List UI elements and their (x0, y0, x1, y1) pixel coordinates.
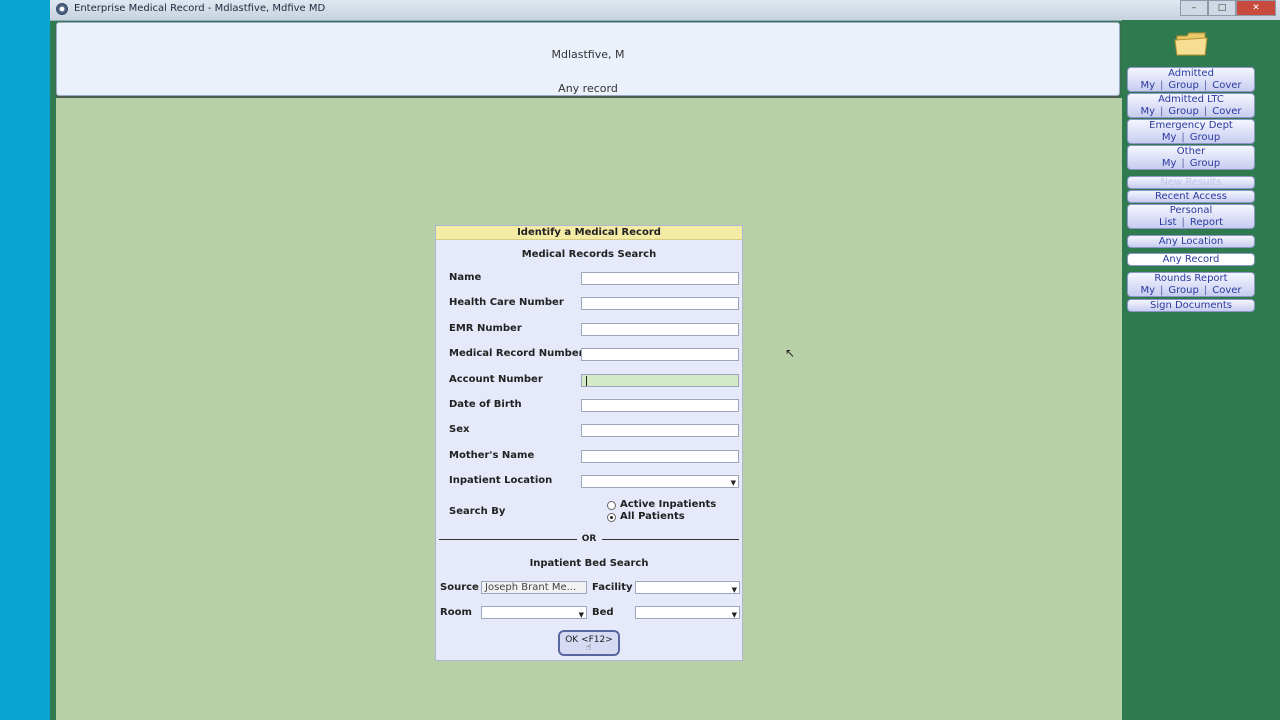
nav-personal: Personal List | Report (1127, 204, 1255, 229)
name-label: Name (449, 272, 482, 283)
title-bar[interactable]: Enterprise Medical Record - Mdlastfive, … (50, 0, 1280, 21)
inpatient-location-label: Inpatient Location (449, 475, 553, 486)
active-inpatients-radio[interactable] (607, 501, 616, 510)
sex-input[interactable] (581, 424, 739, 437)
nav-recent-access[interactable]: Recent Access (1127, 190, 1255, 203)
nav-rounds-report-title[interactable]: Rounds Report (1128, 273, 1254, 285)
account-number-input[interactable] (581, 374, 739, 387)
date-of-birth-label: Date of Birth (449, 399, 522, 410)
date-of-birth-input[interactable] (581, 399, 739, 412)
folder-icon[interactable] (1171, 28, 1211, 58)
context-label: Any record (558, 82, 618, 95)
divider-right (602, 539, 739, 540)
nav-admitted-ltc-title[interactable]: Admitted LTC (1128, 94, 1254, 106)
room-select[interactable]: ▼ (481, 606, 587, 619)
sex-label: Sex (449, 424, 470, 435)
account-number-label: Account Number (449, 374, 543, 385)
other-my-link[interactable]: My (1162, 158, 1177, 169)
other-group-link[interactable]: Group (1190, 158, 1220, 169)
bed-label: Bed (592, 607, 614, 618)
nav-emergency-dept-title[interactable]: Emergency Dept (1128, 120, 1254, 132)
facility-select[interactable]: ▼ (635, 581, 740, 594)
active-inpatients-label[interactable]: Active Inpatients (620, 499, 716, 510)
nav-any-location[interactable]: Any Location (1127, 235, 1255, 248)
patient-name: Mdlastfive, M (551, 48, 625, 61)
bed-select[interactable]: ▼ (635, 606, 740, 619)
chevron-down-icon: ▼ (731, 611, 737, 619)
source-field[interactable]: Joseph Brant Me... (481, 581, 587, 594)
search-by-label: Search By (449, 506, 506, 517)
medical-record-number-input[interactable] (581, 348, 739, 361)
chevron-down-icon: ▼ (730, 479, 736, 487)
nav-new-results[interactable]: New Results (1127, 176, 1255, 189)
rounds-my-link[interactable]: My (1140, 285, 1155, 296)
hand-cursor-icon: ☝ (586, 643, 592, 653)
mothers-name-input[interactable] (581, 450, 739, 463)
identify-record-dialog: Identify a Medical Record Medical Record… (435, 225, 743, 661)
medical-record-number-label: Medical Record Number (449, 348, 584, 359)
room-label: Room (440, 607, 472, 618)
minimize-button[interactable]: – (1180, 0, 1208, 16)
text-caret (586, 376, 587, 386)
rounds-group-link[interactable]: Group (1168, 285, 1198, 296)
chevron-down-icon: ▼ (578, 611, 584, 619)
maximize-button[interactable]: □ (1208, 0, 1236, 16)
dialog-title: Identify a Medical Record (436, 226, 742, 240)
nav-admitted: Admitted My | Group | Cover (1127, 67, 1255, 92)
section-title: Medical Records Search (521, 249, 657, 260)
source-label: Source (440, 582, 479, 593)
patient-header: Mdlastfive, M Any record (56, 22, 1120, 96)
chevron-down-icon: ▼ (731, 586, 737, 594)
nav-rounds-report: Rounds Report My | Group | Cover (1127, 272, 1255, 297)
inpatient-location-select[interactable]: ▼ (581, 475, 739, 488)
nav-other: Other My | Group (1127, 145, 1255, 170)
emergency-group-link[interactable]: Group (1190, 132, 1220, 143)
bed-search-title: Inpatient Bed Search (529, 558, 649, 569)
all-patients-label[interactable]: All Patients (620, 511, 685, 522)
emr-number-input[interactable] (581, 323, 739, 336)
name-input[interactable] (581, 272, 739, 285)
close-button[interactable]: ✕ (1236, 0, 1276, 16)
admitted-ltc-my-link[interactable]: My (1140, 106, 1155, 117)
nav-any-record[interactable]: Any Record (1127, 253, 1255, 266)
workspace: Identify a Medical Record Medical Record… (56, 98, 1122, 720)
nav-personal-title[interactable]: Personal (1128, 205, 1254, 217)
nav-admitted-title[interactable]: Admitted (1128, 68, 1254, 80)
facility-label: Facility (592, 582, 633, 593)
admitted-ltc-cover-link[interactable]: Cover (1212, 106, 1241, 117)
nav-emergency-dept: Emergency Dept My | Group (1127, 119, 1255, 144)
admitted-my-link[interactable]: My (1140, 80, 1155, 91)
admitted-cover-link[interactable]: Cover (1212, 80, 1241, 91)
admitted-ltc-group-link[interactable]: Group (1168, 106, 1198, 117)
mothers-name-label: Mother's Name (449, 450, 535, 461)
emergency-my-link[interactable]: My (1162, 132, 1177, 143)
app-icon (56, 3, 68, 15)
rounds-cover-link[interactable]: Cover (1212, 285, 1241, 296)
health-care-number-label: Health Care Number (449, 297, 564, 308)
admitted-group-link[interactable]: Group (1168, 80, 1198, 91)
nav-admitted-ltc: Admitted LTC My | Group | Cover (1127, 93, 1255, 118)
personal-report-link[interactable]: Report (1190, 217, 1223, 228)
nav-sign-documents[interactable]: Sign Documents (1127, 299, 1255, 312)
window-controls: – □ ✕ (1180, 0, 1276, 16)
all-patients-radio[interactable] (607, 513, 616, 522)
app-window: Enterprise Medical Record - Mdlastfive, … (50, 0, 1280, 720)
health-care-number-input[interactable] (581, 297, 739, 310)
mouse-pointer-icon: ↖ (785, 346, 796, 360)
window-title: Enterprise Medical Record - Mdlastfive, … (74, 3, 326, 14)
navigation-sidebar: Admitted My | Group | Cover Admitted LTC My |… (1122, 20, 1280, 720)
personal-list-link[interactable]: List (1159, 217, 1176, 228)
emr-number-label: EMR Number (449, 323, 522, 334)
nav-other-title[interactable]: Other (1128, 146, 1254, 158)
